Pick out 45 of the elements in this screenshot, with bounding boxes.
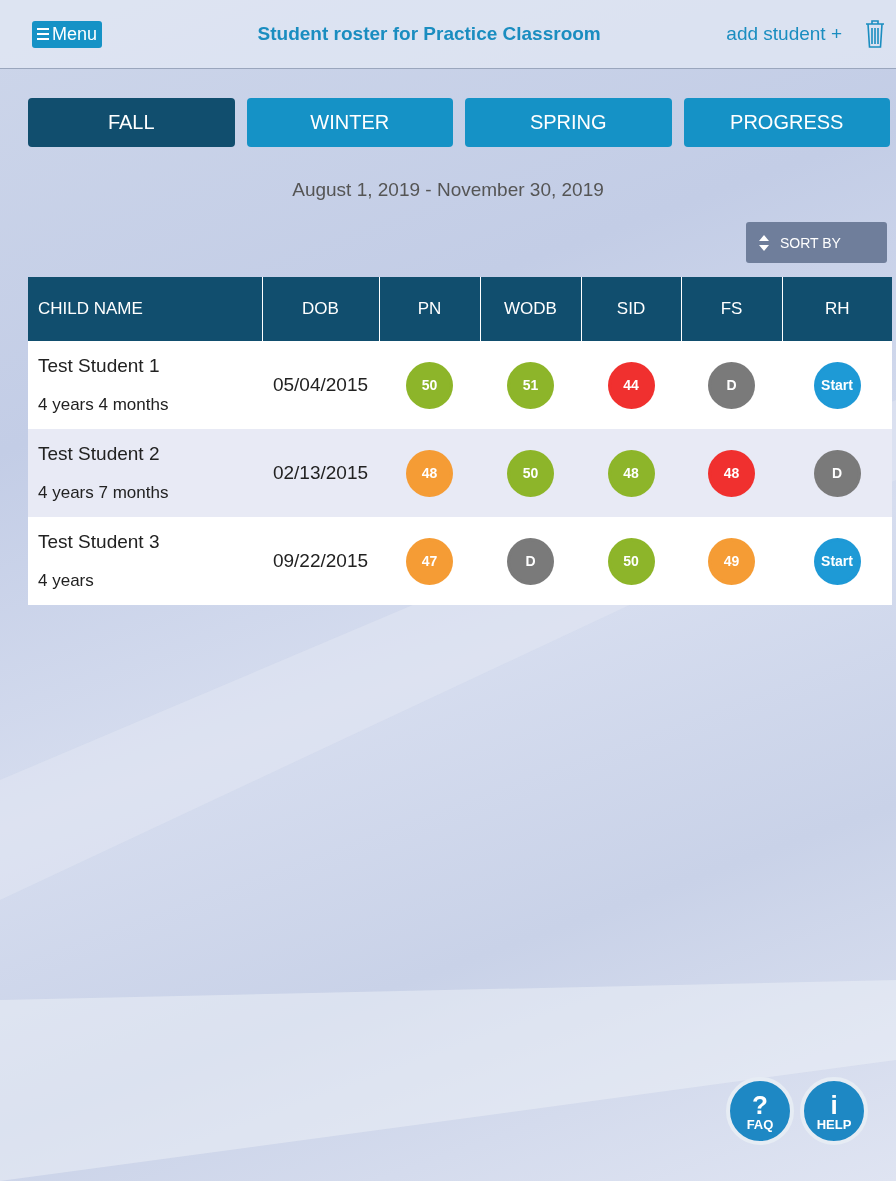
student-age: 4 years 4 months (38, 395, 170, 415)
column-header: SID (581, 277, 681, 341)
score-circle[interactable]: Start (813, 361, 861, 409)
help-button[interactable]: ? FAQ (726, 1077, 794, 1145)
trash-icon[interactable] (864, 19, 886, 49)
student-name[interactable]: Test Student 2 (38, 443, 262, 465)
score-circle[interactable]: 49 (708, 537, 755, 585)
score-circle[interactable]: 44 (607, 361, 655, 409)
score-circle[interactable]: 50 (607, 537, 655, 585)
add-student-link[interactable]: add student + (726, 23, 842, 45)
season-tab[interactable]: SPRING (465, 98, 672, 147)
help-button[interactable]: i HELP (800, 1077, 868, 1145)
score-circle[interactable]: 48 (708, 449, 755, 497)
score-circle[interactable]: D (813, 449, 861, 497)
date-of-birth: 09/22/2015 (272, 550, 369, 571)
score-circle[interactable]: 48 (406, 449, 453, 497)
score-circle[interactable]: D (708, 361, 755, 409)
sort-button[interactable]: SORT BY (746, 222, 887, 263)
column-header: DOB (262, 277, 379, 341)
page-title: Student roster for Practice Classroom (256, 23, 602, 45)
date-of-birth: 05/04/2015 (272, 374, 369, 395)
score-circle[interactable]: 50 (406, 361, 453, 409)
sort-icon (758, 233, 770, 252)
score-circle[interactable]: Start (813, 537, 861, 585)
column-header: PN (379, 277, 480, 341)
student-name[interactable]: Test Student 1 (38, 355, 262, 377)
score-circle[interactable]: 50 (507, 449, 554, 497)
score-circle[interactable]: 47 (406, 537, 453, 585)
menu-button[interactable]: Menu (32, 20, 103, 48)
score-circle[interactable]: 51 (507, 361, 554, 409)
season-tab[interactable]: WINTER (246, 98, 453, 147)
date-of-birth: 02/13/2015 (272, 462, 369, 483)
score-circle[interactable]: D (507, 537, 554, 585)
season-tab[interactable]: PROGRESS (683, 98, 890, 147)
column-header: FS (681, 277, 782, 341)
student-age: 4 years 7 months (38, 483, 170, 503)
student-name[interactable]: Test Student 3 (38, 531, 262, 553)
menu-icon (37, 27, 49, 41)
date-range: August 1, 2019 - November 30, 2019 (292, 179, 604, 201)
column-header: WODB (480, 277, 581, 341)
season-tab[interactable]: FALL (28, 98, 235, 147)
column-header: CHILD NAME (28, 277, 262, 341)
score-circle[interactable]: 48 (607, 449, 655, 497)
student-age: 4 years (38, 571, 95, 591)
column-header: RH (782, 277, 892, 341)
